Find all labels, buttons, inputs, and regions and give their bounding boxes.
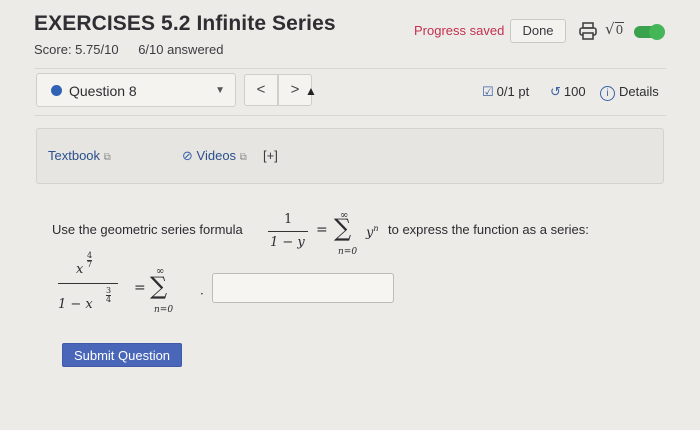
function-numerator: x 47 — [76, 251, 93, 277]
details-button[interactable]: i Details — [600, 84, 659, 101]
info-icon: i — [600, 86, 615, 101]
function-equals: = — [134, 280, 146, 296]
external-link-icon: ⧉ — [239, 152, 247, 163]
input-dot: · — [200, 287, 204, 301]
question-selector[interactable]: Question 8 ▼ — [36, 73, 236, 107]
math-toggle[interactable] — [634, 24, 665, 40]
videos-link[interactable]: ⊘ Videos ⧉ — [182, 148, 247, 164]
math-input-icon[interactable]: √0 — [605, 20, 625, 38]
progress-saved-status: Progress saved — [414, 23, 505, 38]
function-sigma: ∑ — [150, 272, 168, 300]
question-prompt-end: to express the function as a series: — [388, 222, 589, 237]
checkbox-icon: ☑ — [482, 84, 494, 99]
textbook-link[interactable]: Textbook ⧉ — [48, 148, 111, 163]
expand-resources-link[interactable]: [+] — [263, 148, 278, 163]
attempts-indicator: ↺ 100 — [550, 84, 586, 99]
formula-sum-lower: n=0 — [338, 247, 358, 257]
resources-panel — [36, 128, 664, 184]
status-dot-icon — [51, 85, 62, 96]
formula-equals: = — [316, 222, 328, 238]
retry-icon: ↺ — [550, 84, 561, 99]
formula-sigma: ∑ — [334, 214, 352, 242]
formula-numerator: 1 — [284, 212, 293, 227]
question-prompt-start: Use the geometric series formula — [52, 222, 243, 237]
formula-denominator: 1 − y — [270, 235, 305, 250]
submit-question-button[interactable]: Submit Question — [62, 343, 182, 367]
function-fraction-bar — [58, 283, 118, 284]
page-title: EXERCISES 5.2 Infinite Series — [34, 12, 336, 35]
function-sum-lower: n=0 — [154, 305, 174, 315]
answered-count: 6/10 answered — [138, 42, 224, 57]
score-summary: Score: 5.75/10 6/10 answered — [34, 42, 239, 57]
done-button[interactable]: Done — [510, 19, 566, 43]
paperclip-icon: ⊘ — [182, 148, 193, 163]
function-denominator: 1 − x 34 — [58, 286, 112, 312]
score-text: Score: 5.75/10 — [34, 42, 119, 57]
answer-input[interactable] — [212, 273, 394, 303]
formula-term: yn — [366, 224, 379, 241]
caret-down-icon: ▼ — [215, 85, 225, 96]
external-link-icon: ⧉ — [103, 152, 111, 163]
question-selector-label: Question 8 — [69, 83, 137, 99]
mouse-cursor-icon: ▲ — [305, 84, 317, 98]
printer-icon[interactable] — [578, 21, 598, 41]
previous-question-button[interactable]: < — [244, 74, 278, 106]
points-indicator: ☑ 0/1 pt — [482, 84, 530, 99]
formula-fraction-bar — [268, 231, 308, 232]
